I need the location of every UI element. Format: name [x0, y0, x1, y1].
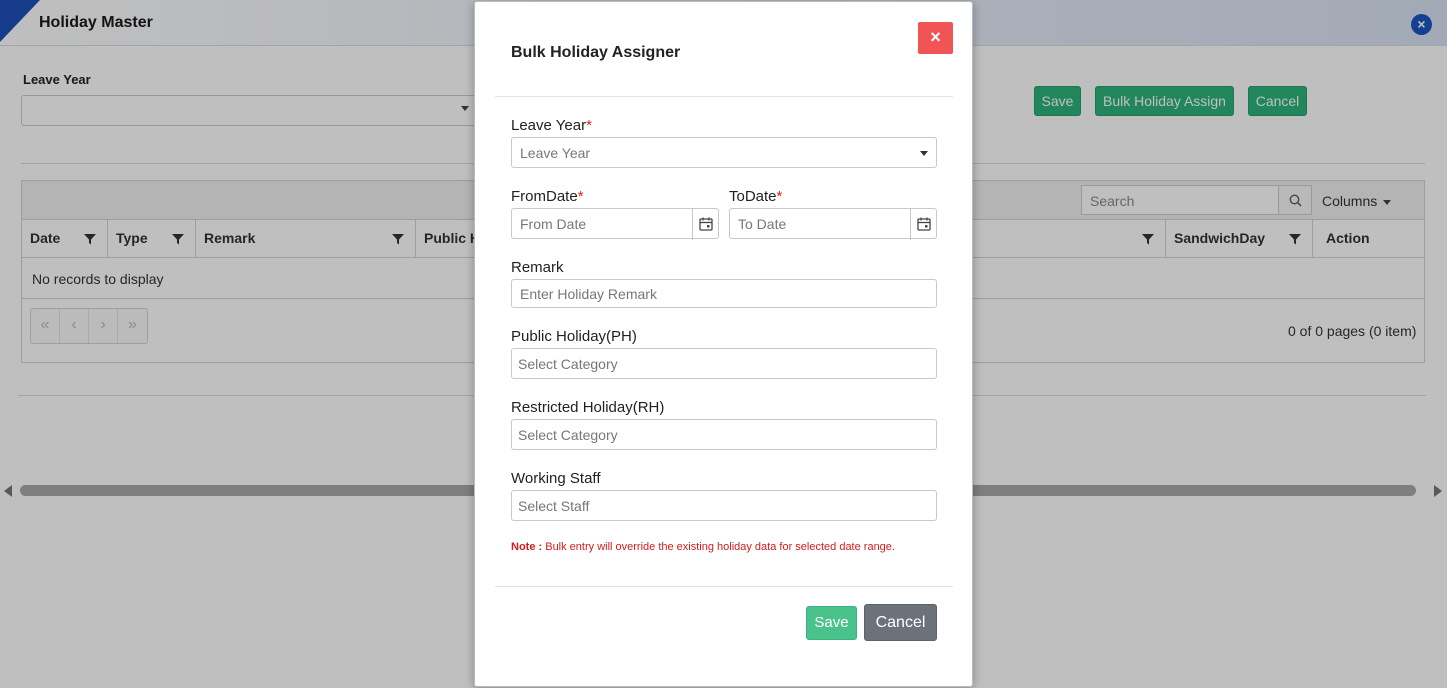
to-date-input[interactable]: To Date: [729, 208, 937, 240]
to-date-calendar-button[interactable]: [910, 209, 936, 240]
calendar-icon: [917, 217, 931, 231]
leave-year-label: Leave Year*: [511, 117, 592, 134]
to-date-label: ToDate*: [729, 188, 783, 205]
from-date-input[interactable]: From Date: [511, 208, 719, 240]
working-staff-label: Working Staff: [511, 470, 601, 487]
chevron-down-icon: [920, 151, 928, 156]
from-date-label: FromDate*: [511, 188, 584, 205]
modal-close-button[interactable]: ×: [918, 22, 953, 54]
divider: [495, 96, 953, 97]
remark-label: Remark: [511, 259, 564, 276]
leave-year-select[interactable]: Leave Year: [511, 137, 937, 168]
public-holiday-select[interactable]: Select Category: [511, 348, 937, 379]
remark-input[interactable]: Enter Holiday Remark: [511, 279, 937, 308]
note-prefix: Note :: [511, 541, 543, 553]
note-text: Bulk entry will override the existing ho…: [542, 541, 895, 553]
divider: [495, 586, 953, 587]
close-icon: ×: [930, 27, 941, 47]
bulk-holiday-modal: Bulk Holiday Assigner × Leave Year* Leav…: [474, 1, 973, 687]
calendar-icon: [699, 217, 713, 231]
restricted-holiday-select[interactable]: Select Category: [511, 419, 937, 450]
modal-title: Bulk Holiday Assigner: [511, 44, 681, 61]
working-staff-select[interactable]: Select Staff: [511, 490, 937, 521]
from-date-calendar-button[interactable]: [692, 209, 718, 240]
bulk-entry-note: Note : Bulk entry will override the exis…: [511, 541, 895, 553]
public-holiday-label: Public Holiday(PH): [511, 328, 637, 345]
modal-save-button[interactable]: Save: [806, 606, 857, 640]
restricted-holiday-label: Restricted Holiday(RH): [511, 399, 665, 416]
modal-cancel-button[interactable]: Cancel: [864, 604, 937, 641]
